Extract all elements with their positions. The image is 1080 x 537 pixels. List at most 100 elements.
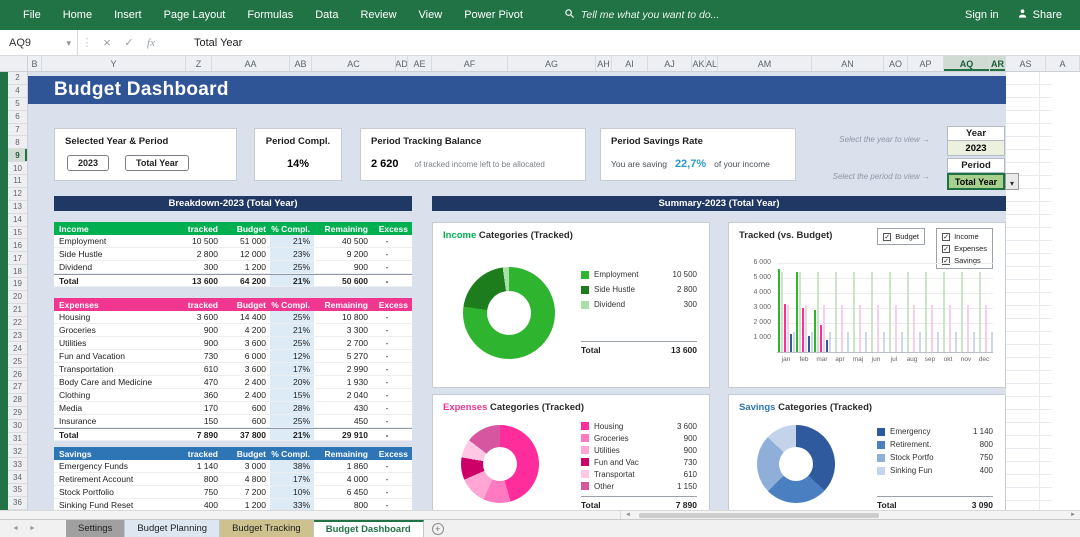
total-row[interactable]: Total 7 890 37 800 21% 29 910 - [54,428,412,441]
ribbon-tab-formulas[interactable]: Formulas [236,0,304,30]
row-header-27[interactable]: 27 [8,381,27,394]
new-sheet-button[interactable] [431,522,444,535]
period-selector-value[interactable]: Total Year [947,173,1005,190]
row-header-2[interactable]: 2 [8,72,27,85]
tell-me-search[interactable]: Tell me what you want to do... [564,8,719,22]
enter-icon[interactable] [118,30,140,55]
row-header-23[interactable]: 23 [8,330,27,343]
share-button[interactable]: Share [1017,8,1062,22]
column-header-aq[interactable]: AQ [944,56,990,71]
column-header-ai[interactable]: AI [612,56,648,71]
scroll-left-icon[interactable] [625,512,631,518]
namebox-caret-icon[interactable] [66,37,71,49]
row-header-25[interactable]: 25 [8,355,27,369]
row-header-18[interactable]: 18 [8,265,27,278]
column-header-ak[interactable]: AK [692,56,706,71]
column-header-ac[interactable]: AC [312,56,396,71]
table-row[interactable]: Groceries 900 4 200 21% 3 300 - [54,324,412,337]
row-header-35[interactable]: 35 [8,484,27,497]
row-header-34[interactable]: 34 [8,471,27,484]
scrollbar-thumb[interactable] [639,513,879,518]
row-header-14[interactable]: 14 [8,214,27,227]
ribbon-tab-page-layout[interactable]: Page Layout [153,0,237,30]
row-header-33[interactable]: 33 [8,458,27,472]
row-header-21[interactable]: 21 [8,304,27,317]
formula-input[interactable]: Total Year [162,30,242,55]
column-header-b[interactable]: B [28,56,42,71]
column-header-ah[interactable]: AH [596,56,612,71]
column-header-ae[interactable]: AE [408,56,432,71]
column-header-y[interactable]: Y [42,56,186,71]
row-header-32[interactable]: 32 [8,445,27,459]
column-header-ag[interactable]: AG [508,56,596,71]
row-header-10[interactable]: 10 [8,162,27,175]
row-header-36[interactable]: 36 [8,497,27,510]
column-header-a[interactable]: A [1046,56,1080,71]
table-row[interactable]: Retirement Account 800 4 800 17% 4 000 - [54,473,412,486]
row-header-6[interactable]: 6 [8,111,27,124]
ribbon-tab-data[interactable]: Data [304,0,349,30]
ribbon-tab-power-pivot[interactable]: Power Pivot [453,0,534,30]
row-header-5[interactable]: 5 [8,98,27,111]
table-row[interactable]: Side Hustle 2 800 12 000 23% 9 200 - [54,248,412,261]
row-header-26[interactable]: 26 [8,368,27,381]
selected-period-pill[interactable]: Total Year [125,155,190,171]
row-header-19[interactable]: 19 [8,278,27,291]
fx-icon[interactable] [140,30,162,55]
name-box[interactable]: AQ9 [0,30,78,55]
row-header-17[interactable]: 17 [8,252,27,266]
column-header-am[interactable]: AM [718,56,812,71]
row-header-7[interactable]: 7 [8,124,27,137]
sign-in-button[interactable]: Sign in [965,9,999,21]
column-header-an[interactable]: AN [812,56,884,71]
table-row[interactable]: Insurance 150 600 25% 450 - [54,415,412,428]
legend-checkbox-expenses[interactable]: Expenses [942,244,987,253]
row-header-11[interactable]: 11 [8,175,27,188]
column-header-ar[interactable]: AR [990,56,1006,71]
select-all-corner[interactable] [0,56,28,71]
table-row[interactable]: Sinking Fund Reset 400 1 200 33% 800 - [54,499,412,510]
row-header-22[interactable]: 22 [8,317,27,330]
tabs-prev-icon[interactable] [12,525,19,532]
table-row[interactable]: Media 170 600 28% 430 - [54,402,412,415]
table-row[interactable]: Fun and Vacation 730 6 000 12% 5 270 - [54,350,412,363]
column-header-aa[interactable]: AA [212,56,290,71]
table-row[interactable]: Stock Portfolio 750 7 200 10% 6 450 - [54,486,412,499]
bar-plot-area[interactable] [777,263,993,353]
row-header-8[interactable]: 8 [8,136,27,150]
row-header-9[interactable]: 9 [8,149,27,163]
table-row[interactable]: Emergency Funds 1 140 3 000 38% 1 860 - [54,460,412,473]
row-header-12[interactable]: 12 [8,188,27,201]
column-header-ao[interactable]: AO [884,56,908,71]
sheet-tab-budget-tracking[interactable]: Budget Tracking [220,520,314,537]
row-header-24[interactable]: 24 [8,342,27,356]
column-header-z[interactable]: Z [186,56,212,71]
ribbon-tab-home[interactable]: Home [52,0,103,30]
row-header-31[interactable]: 31 [8,433,27,446]
column-header-af[interactable]: AF [432,56,508,71]
total-row[interactable]: Total 13 600 64 200 21% 50 600 - [54,274,412,287]
column-header-ap[interactable]: AP [908,56,944,71]
ribbon-tab-review[interactable]: Review [349,0,407,30]
legend-checkbox-income[interactable]: Income [942,232,987,241]
column-header-as[interactable]: AS [1006,56,1046,71]
ribbon-tab-file[interactable]: File [12,0,52,30]
column-header-ab[interactable]: AB [290,56,312,71]
scrollbar-track[interactable] [620,511,1080,519]
tabs-next-icon[interactable] [29,525,36,532]
sheet-tab-budget-planning[interactable]: Budget Planning [125,520,221,537]
table-row[interactable]: Body Care and Medicine 470 2 400 20% 1 930 - [54,376,412,389]
year-selector-value[interactable]: 2023 [947,141,1005,156]
row-header-13[interactable]: 13 [8,201,27,214]
table-row[interactable]: Employment 10 500 51 000 21% 40 500 - [54,235,412,248]
table-row[interactable]: Utilities 900 3 600 25% 2 700 - [54,337,412,350]
legend-checkbox-budget[interactable]: Budget [883,232,919,241]
column-header-ad[interactable]: AD [396,56,408,71]
scroll-right-icon[interactable] [1070,512,1076,518]
table-row[interactable]: Housing 3 600 14 400 25% 10 800 - [54,311,412,324]
row-header-20[interactable]: 20 [8,291,27,304]
table-row[interactable]: Transportation 610 3 600 17% 2 990 - [54,363,412,376]
sheet-tab-budget-dashboard[interactable]: Budget Dashboard [313,520,424,537]
ribbon-tab-view[interactable]: View [408,0,454,30]
row-header-29[interactable]: 29 [8,407,27,420]
